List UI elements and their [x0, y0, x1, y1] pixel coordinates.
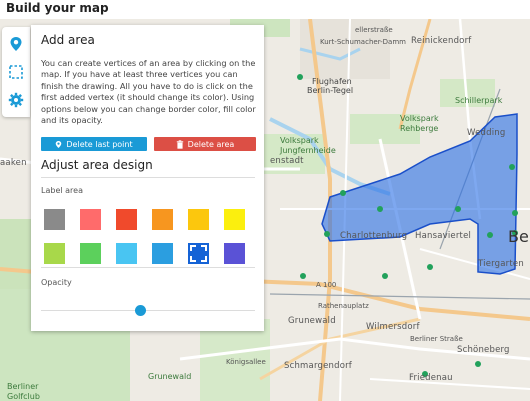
color-swatch[interactable] [116, 209, 137, 230]
map-label: ellerstraße [355, 26, 393, 34]
color-swatch[interactable] [224, 209, 245, 230]
map-label: Wedding [467, 128, 506, 138]
map-label: Rehberge [400, 124, 439, 133]
delete-last-point-label: Delete last point [66, 139, 133, 149]
map-label: Wilmersdorf [366, 322, 420, 332]
color-swatch[interactable] [116, 243, 137, 264]
map-label: Berliner [7, 382, 39, 391]
color-swatch[interactable] [188, 243, 209, 264]
label-area-label: Label area [41, 186, 83, 195]
color-swatch[interactable] [44, 209, 65, 230]
map-label: Schöneberg [457, 345, 510, 355]
opacity-label: Opacity [41, 278, 72, 287]
map-label: Friedenau [409, 373, 453, 383]
map-label: A 100 [316, 281, 337, 289]
color-swatch[interactable] [44, 243, 65, 264]
tool-tab-bar [2, 27, 30, 117]
delete-area-label: Delete area [187, 139, 235, 149]
map-label: Rathenauplatz [318, 302, 369, 310]
tab-area[interactable] [4, 59, 28, 85]
map-label: Tiergarten [478, 259, 524, 269]
opacity-slider-handle[interactable] [135, 305, 146, 316]
map-label: Schmargendorf [284, 361, 352, 371]
map-label: Be [508, 227, 529, 246]
map-label: Königsallee [226, 358, 266, 366]
add-area-panel: Add area You can create vertices of an a… [31, 25, 264, 331]
map-label: Charlottenburg [340, 231, 408, 241]
map-label: Grunewald [148, 372, 192, 381]
map-marker-icon [56, 140, 62, 148]
color-swatch[interactable] [80, 243, 101, 264]
map-label: Jungfernheide [280, 146, 336, 155]
map-label: aaken [0, 158, 27, 168]
map-label: Schillerpark [455, 96, 503, 105]
map-label: Reinickendorf [411, 36, 472, 46]
delete-last-point-button[interactable]: Delete last point [41, 137, 147, 151]
gear-icon [8, 92, 24, 108]
panel-description: You can create vertices of an area by cl… [41, 58, 256, 126]
color-swatch[interactable] [224, 243, 245, 264]
tab-marker[interactable] [4, 31, 28, 57]
map-label: Volkspark [280, 136, 319, 145]
map-marker-icon [10, 37, 22, 51]
delete-area-button[interactable]: Delete area [154, 137, 256, 151]
map-label: Kurt-Schumacher-Damm [320, 38, 406, 46]
map-label: Hansaviertel [415, 231, 472, 241]
color-swatch[interactable] [152, 209, 173, 230]
color-swatch[interactable] [80, 209, 101, 230]
trash-icon [176, 139, 183, 149]
map-label: enstadt [270, 156, 304, 166]
map-label: Flughafen [312, 77, 352, 86]
map-label: Berliner Straße [410, 335, 463, 343]
panel-title: Add area [41, 33, 95, 47]
page-title: Build your map [6, 1, 109, 15]
map-label: Berlin-Tegel [307, 86, 354, 95]
map-label: Grunewald [288, 316, 336, 326]
tab-settings[interactable] [4, 87, 28, 113]
map-label: Golfclub [7, 392, 40, 401]
map-label: Volkspark [400, 114, 439, 123]
color-swatch[interactable] [152, 243, 173, 264]
divider [41, 267, 255, 268]
divider [41, 177, 255, 178]
selection-area-icon [9, 65, 23, 79]
color-swatch[interactable] [188, 209, 209, 230]
design-section-title: Adjust area design [41, 158, 153, 172]
opacity-slider-track[interactable] [41, 310, 255, 311]
